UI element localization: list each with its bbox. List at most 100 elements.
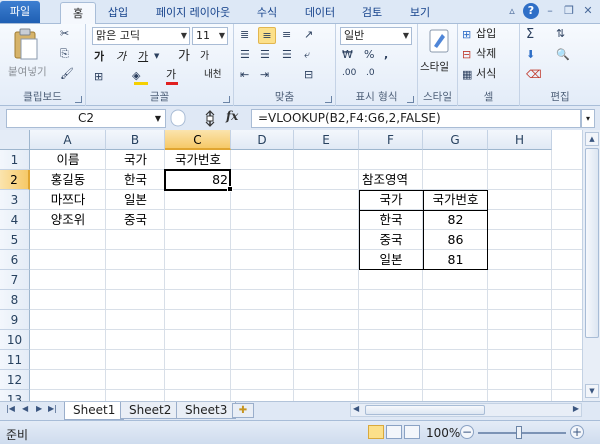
cell-b3[interactable]: 일본 [106, 190, 165, 210]
close-icon[interactable]: ✕ [580, 3, 596, 19]
scroll-right-icon[interactable]: ▶ [573, 404, 579, 413]
row-header-7[interactable]: 7 [0, 270, 30, 290]
row-header-11[interactable]: 11 [0, 350, 30, 370]
row-header-9[interactable]: 9 [0, 310, 30, 330]
scroll-down-icon[interactable]: ▼ [585, 384, 599, 398]
delete-cells-icon[interactable]: ⊟ [462, 48, 471, 61]
cut-icon[interactable]: ✂ [60, 27, 69, 40]
align-right-icon[interactable]: ☰ [282, 48, 292, 61]
last-sheet-icon[interactable]: ▶| [48, 404, 57, 413]
currency-icon[interactable]: ₩ [342, 48, 353, 61]
percent-icon[interactable]: % [364, 48, 374, 61]
select-all-corner[interactable] [0, 130, 30, 150]
tab-insert[interactable]: 삽입 [100, 2, 136, 24]
paste-label[interactable]: 붙여넣기 [8, 64, 47, 79]
cell-a4[interactable]: 양조위 [30, 210, 106, 230]
insert-cells-button[interactable]: 삽입 [476, 25, 496, 43]
restore-icon[interactable]: ❐ [561, 3, 577, 19]
zoom-out-icon[interactable]: − [460, 425, 474, 439]
grow-font-button[interactable]: 가 [178, 48, 190, 66]
row-header-12[interactable]: 12 [0, 370, 30, 390]
column-header-g[interactable]: G [423, 130, 488, 150]
delete-cells-button[interactable]: 삭제 [476, 45, 496, 63]
help-icon[interactable]: ? [523, 3, 539, 19]
format-cells-button[interactable]: 서식 [476, 65, 496, 83]
alignment-launcher-icon[interactable] [325, 96, 332, 103]
sort-filter-icon[interactable]: ⇅ [556, 27, 565, 40]
name-box[interactable]: C2 ▼ [6, 109, 166, 128]
copy-icon[interactable]: ⎘ [60, 47, 69, 61]
increase-indent-icon[interactable]: ⇥ [260, 68, 269, 81]
collapse-ribbon-icon[interactable]: ▵ [504, 3, 520, 19]
number-launcher-icon[interactable] [407, 96, 414, 103]
insert-cells-icon[interactable]: ⊞ [462, 28, 471, 41]
row-header-5[interactable]: 5 [0, 230, 30, 250]
font-size-combo[interactable]: 11 ▼ [192, 27, 228, 45]
row-header-4[interactable]: 4 [0, 210, 30, 230]
horizontal-scrollbar[interactable]: ◀ ▶ [350, 403, 582, 417]
first-sheet-icon[interactable]: |◀ [6, 404, 15, 413]
chevron-down-icon[interactable]: ▼ [154, 52, 159, 60]
increase-decimal-icon[interactable]: .00 [342, 68, 356, 78]
sheet-tab-sheet1[interactable]: Sheet1 [64, 402, 125, 420]
horizontal-scroll-thumb[interactable] [365, 405, 485, 415]
prev-sheet-icon[interactable]: ◀ [22, 404, 28, 413]
tab-home[interactable]: 홈 [60, 2, 96, 25]
row-header-10[interactable]: 10 [0, 330, 30, 350]
column-header-a[interactable]: A [30, 130, 106, 150]
scroll-up-icon[interactable]: ▲ [585, 132, 599, 146]
row-header-3[interactable]: 3 [0, 190, 30, 210]
zoom-slider-knob[interactable] [516, 426, 522, 439]
find-select-icon[interactable]: 🔍 [556, 48, 570, 61]
wrap-text-icon[interactable]: ⤶ [304, 48, 310, 62]
fill-icon[interactable]: ⬇ [526, 48, 535, 61]
borders-icon[interactable]: ⊞ [94, 70, 103, 83]
number-format-combo[interactable]: 일반 ▼ [340, 27, 412, 45]
page-layout-view-icon[interactable] [386, 425, 402, 439]
cell-f2[interactable]: 참조영역 [359, 170, 423, 190]
align-left-icon[interactable]: ☰ [240, 48, 250, 61]
styles-icon[interactable] [428, 28, 450, 54]
format-painter-icon[interactable]: 🖌 [60, 67, 74, 80]
font-launcher-icon[interactable] [223, 96, 230, 103]
cell-b4[interactable]: 중국 [106, 210, 165, 230]
autosum-icon[interactable]: Σ [526, 27, 534, 42]
vertical-scrollbar[interactable]: ▲ ▼ [582, 130, 600, 401]
format-cells-icon[interactable]: ▦ [462, 68, 472, 81]
tab-data[interactable]: 데이터 [296, 2, 344, 24]
tab-formulas[interactable]: 수식 [247, 2, 287, 24]
next-sheet-icon[interactable]: ▶ [36, 404, 42, 413]
cell-a3[interactable]: 마쯔다 [30, 190, 106, 210]
insert-sheet-icon[interactable]: ✚ [232, 403, 254, 418]
font-name-combo[interactable]: 맑은 고딕 ▼ [92, 27, 190, 45]
align-top-icon[interactable]: ≣ [240, 28, 249, 41]
scroll-left-icon[interactable]: ◀ [353, 404, 359, 413]
clear-icon[interactable]: ⌫ [526, 68, 542, 81]
bold-button[interactable]: 가 [94, 48, 104, 66]
zoom-level[interactable]: 100% [426, 426, 460, 440]
row-header-2[interactable]: 2 [0, 170, 30, 190]
tab-view[interactable]: 보기 [400, 2, 440, 24]
clipboard-launcher-icon[interactable] [75, 96, 82, 103]
comma-style-icon[interactable]: , [384, 48, 388, 61]
tab-page-layout[interactable]: 페이지 레이아웃 [145, 2, 241, 24]
tab-file[interactable]: 파일 [0, 1, 40, 23]
minimize-icon[interactable]: – [542, 3, 558, 19]
underline-button[interactable]: 가 [138, 48, 148, 66]
shrink-font-button[interactable]: 가 [200, 48, 209, 66]
page-break-view-icon[interactable] [404, 425, 420, 439]
row-header-6[interactable]: 6 [0, 250, 30, 270]
cell-c1[interactable]: 국가번호 [165, 150, 231, 170]
formula-input[interactable]: =VLOOKUP(B2,F4:G6,2,FALSE) [251, 109, 581, 128]
fill-handle[interactable] [227, 186, 233, 192]
align-center-icon[interactable]: ☰ [260, 48, 270, 61]
cell-b2[interactable]: 한국 [106, 170, 165, 190]
sheet-tab-sheet2[interactable]: Sheet2 [120, 402, 181, 419]
row-header-13[interactable]: 13 [0, 390, 30, 401]
normal-view-icon[interactable] [368, 425, 384, 439]
column-header-f[interactable]: F [359, 130, 423, 150]
paste-icon[interactable] [12, 28, 40, 62]
sheet-tab-sheet3[interactable]: Sheet3 [176, 402, 237, 419]
column-header-b[interactable]: B [106, 130, 165, 150]
row-header-8[interactable]: 8 [0, 290, 30, 310]
